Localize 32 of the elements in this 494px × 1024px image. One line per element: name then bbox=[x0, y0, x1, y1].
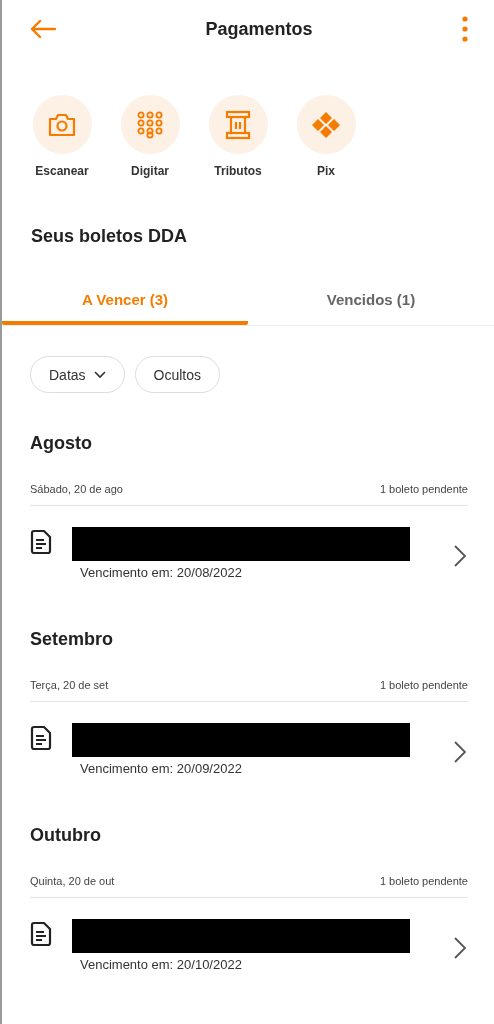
more-icon bbox=[462, 16, 468, 42]
pending-count: 1 boleto pendente bbox=[379, 875, 468, 887]
due-date: Vencimento em: 20/08/2022 bbox=[80, 565, 243, 580]
camera-icon bbox=[47, 111, 77, 138]
month-heading: Setembro bbox=[30, 629, 115, 650]
boleto-item[interactable]: Vencimento em: 20/09/2022 bbox=[30, 702, 468, 785]
keypad-icon bbox=[137, 110, 163, 139]
month-heading: Outubro bbox=[30, 825, 102, 846]
boleto-item[interactable]: Vencimento em: 20/08/2022 bbox=[30, 506, 468, 589]
more-button[interactable] bbox=[462, 16, 468, 42]
chevron-right-icon bbox=[454, 545, 466, 567]
document-icon bbox=[30, 725, 52, 751]
section-title: Seus boletos DDA bbox=[30, 225, 189, 247]
document-icon bbox=[30, 921, 52, 947]
chevron-right-icon bbox=[454, 937, 466, 959]
back-arrow-icon bbox=[30, 19, 56, 39]
month-heading: Agosto bbox=[30, 433, 93, 454]
due-date: Vencimento em: 20/10/2022 bbox=[80, 957, 243, 972]
chevron-right-icon bbox=[454, 741, 466, 763]
pending-count: 1 boleto pendente bbox=[379, 679, 468, 691]
document-icon bbox=[30, 529, 52, 555]
boleto-item[interactable]: Vencimento em: 20/10/2022 bbox=[30, 898, 468, 981]
pillar-icon bbox=[225, 109, 251, 140]
page-title: Pagamentos bbox=[205, 18, 313, 40]
due-date: Vencimento em: 20/09/2022 bbox=[80, 761, 243, 776]
back-button[interactable] bbox=[30, 19, 56, 39]
day-label: Quinta, 20 de out bbox=[30, 875, 115, 887]
pix-icon bbox=[311, 110, 341, 139]
day-label: Sábado, 20 de ago bbox=[30, 483, 123, 495]
day-label: Terça, 20 de set bbox=[30, 679, 109, 691]
pending-count: 1 boleto pendente bbox=[379, 483, 468, 495]
tab[interactable]: Vencidos (1) bbox=[248, 277, 494, 325]
